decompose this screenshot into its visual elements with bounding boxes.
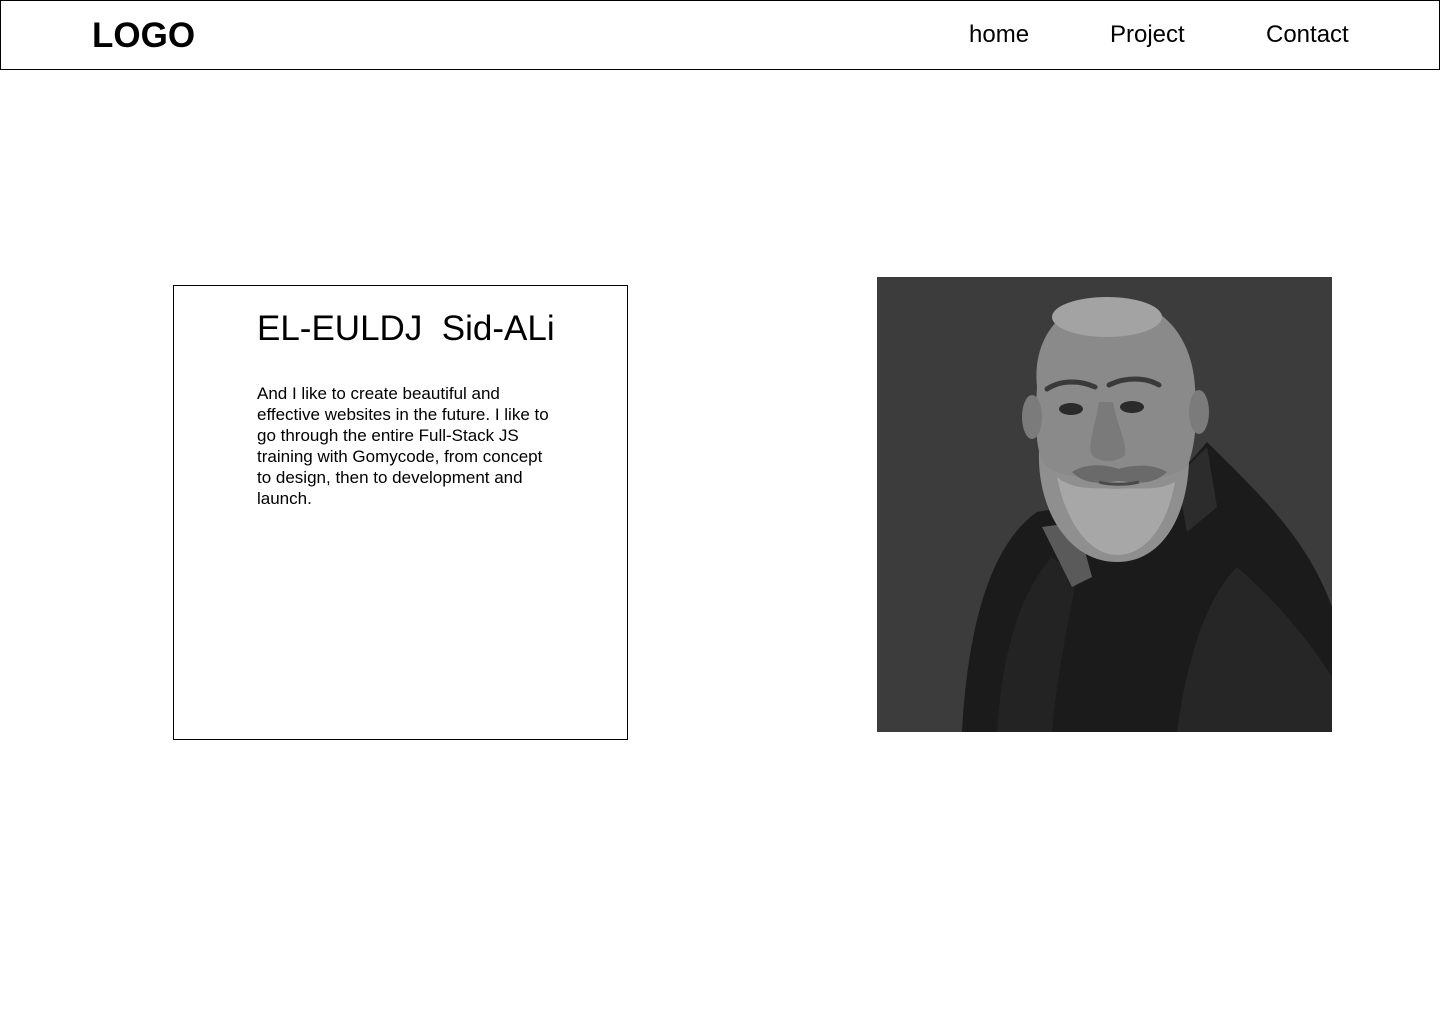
profile-card: EL-EULDJ Sid-ALi And I like to create be… [173,285,628,740]
profile-name: EL-EULDJ Sid-ALi [257,309,555,348]
site-header: LOGO home Project Contact [0,0,1440,70]
nav-home-link[interactable]: home [969,20,1029,50]
page: LOGO home Project Contact EL-EULDJ Sid-A… [0,0,1440,1024]
logo[interactable]: LOGO [92,15,195,57]
profile-bio: And I like to create beautiful and effec… [257,384,549,508]
profile-photo [877,277,1332,732]
nav-contact-link[interactable]: Contact [1266,20,1349,50]
portrait-image [877,277,1332,732]
nav-project-link[interactable]: Project [1110,20,1185,50]
